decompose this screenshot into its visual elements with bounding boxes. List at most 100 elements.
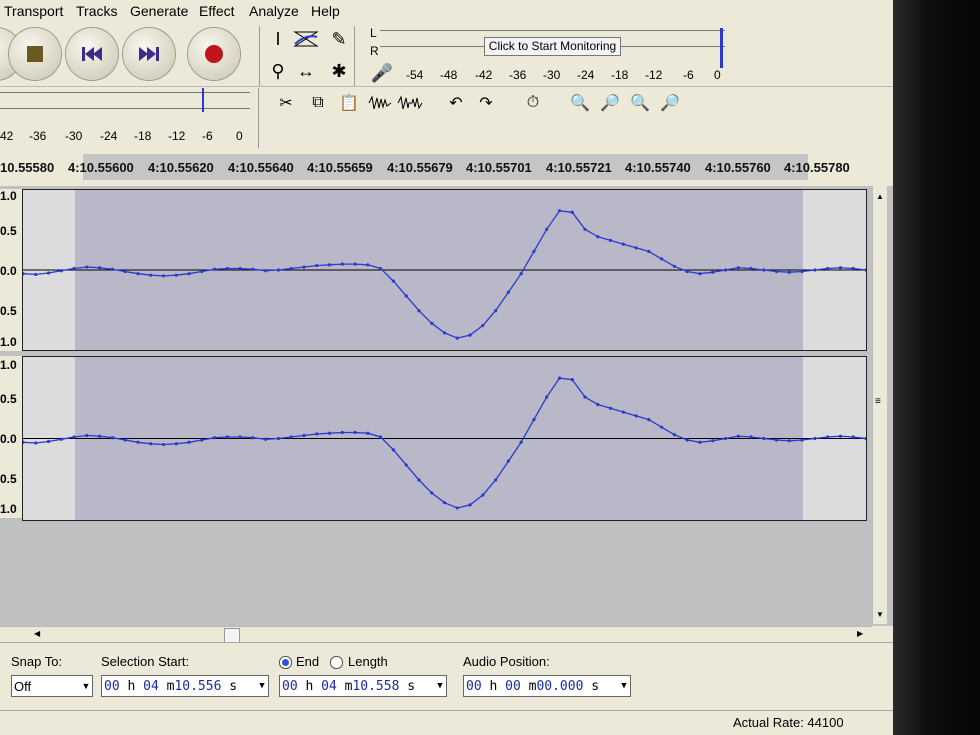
sample-point [481, 323, 485, 328]
zoom-out-icon[interactable]: 🔎 [596, 90, 624, 116]
sample-point [72, 266, 76, 271]
unit: h [489, 679, 498, 694]
scroll-right-icon[interactable]: ▶ [857, 629, 863, 638]
scroll-thumb[interactable] [224, 628, 240, 643]
sample-point [174, 273, 178, 277]
menu-effect[interactable]: Effect [199, 3, 235, 19]
sample-point [123, 269, 127, 274]
time-tick: 4:10.55760 [705, 160, 771, 175]
skip-to-start-button[interactable] [66, 28, 118, 80]
zoom-in-icon[interactable]: 🔍 [566, 90, 594, 116]
sample-point [391, 279, 396, 283]
amp-label: 1.0 [0, 502, 17, 516]
sample-point [838, 434, 843, 438]
fit-selection-icon[interactable]: 🔍 [626, 90, 654, 116]
menu-generate[interactable]: Generate [130, 3, 188, 19]
scroll-grip-icon[interactable]: ≡ [875, 396, 881, 407]
waveform-channel-left[interactable] [22, 189, 867, 351]
menu-analyze[interactable]: Analyze [249, 3, 299, 19]
sample-point [136, 272, 140, 276]
horizontal-scrollbar[interactable]: ◀ ▶ [0, 626, 872, 643]
sample-point [532, 418, 536, 422]
start-monitoring-button[interactable]: Click to Start Monitoring [484, 37, 621, 56]
selection-start-field[interactable]: 00 h 04 m10.556 s ▼ [101, 675, 269, 697]
end-radio[interactable] [279, 656, 292, 669]
menu-tracks[interactable]: Tracks [76, 3, 117, 19]
length-radio[interactable] [330, 656, 343, 669]
time-tick: 4:10.55600 [68, 160, 134, 175]
meter-tick: -12 [168, 129, 186, 143]
waveform-channel-right[interactable] [22, 356, 867, 521]
scroll-left-icon[interactable]: ◀ [34, 629, 40, 638]
cut-icon[interactable]: ✂ [272, 90, 300, 116]
sample-point [187, 440, 191, 444]
multi-tool-icon[interactable]: ✱ [325, 58, 353, 84]
meter-tick: -36 [29, 129, 47, 143]
stop-button[interactable] [9, 28, 61, 80]
timeshift-tool-icon[interactable]: ↔ [292, 58, 320, 84]
sample-point [826, 266, 830, 271]
timeline-ruler[interactable]: 10.55580 4:10.55600 4:10.55620 4:10.5564… [0, 150, 893, 186]
trim-icon[interactable] [366, 90, 394, 116]
sample-point [315, 432, 319, 436]
sample-point [327, 431, 332, 435]
sample-point [161, 274, 166, 278]
time-tick: 4:10.55780 [784, 160, 850, 175]
hours: 00 [466, 679, 482, 694]
sample-point [762, 436, 766, 441]
sample-point [110, 267, 115, 271]
sample-point [672, 433, 677, 437]
actual-rate: Actual Rate: 44100 [733, 715, 844, 730]
sample-point [302, 265, 306, 269]
seconds: 10.556 [174, 679, 222, 694]
sample-point [774, 269, 779, 274]
redo-icon[interactable]: ↷ [472, 90, 500, 116]
envelope-tool-icon[interactable] [292, 26, 320, 52]
amp-label: 0.5 [0, 392, 17, 406]
selection-end-field[interactable]: 00 h 04 m10.558 s ▼ [279, 675, 447, 697]
draw-tool-icon[interactable]: ✎ [325, 26, 353, 52]
vertical-scrollbar[interactable]: ▲ ≡ ▼ [872, 186, 887, 624]
time-tick: 4:10.55640 [228, 160, 294, 175]
zoom-tool-icon[interactable]: ⚲ [264, 58, 292, 84]
sample-point [59, 269, 63, 273]
record-button[interactable] [188, 28, 240, 80]
paste-icon[interactable]: 📋 [335, 90, 363, 116]
meter-tick: -24 [100, 129, 118, 143]
menu-transport[interactable]: Transport [4, 3, 63, 19]
status-bar: Actual Rate: 44100 [0, 710, 893, 735]
undo-icon[interactable]: ↶ [442, 90, 470, 116]
fit-project-icon[interactable]: 🔎 [656, 90, 684, 116]
minutes: 04 [321, 679, 337, 694]
unit: s [591, 679, 600, 694]
sample-point [647, 249, 651, 254]
sample-point [787, 270, 791, 274]
menu-help[interactable]: Help [311, 3, 340, 19]
sample-point [289, 266, 293, 271]
sample-point [23, 272, 25, 276]
sample-point [851, 435, 855, 439]
audio-position-field[interactable]: 00 h 00 m00.000 s ▼ [463, 675, 631, 697]
minutes: 04 [143, 679, 159, 694]
time-tick: 10.55580 [0, 160, 55, 175]
sample-point [800, 438, 804, 442]
scroll-down-icon[interactable]: ▼ [876, 610, 884, 619]
sample-point [468, 333, 472, 337]
snap-select[interactable]: Off ▼ [11, 675, 93, 697]
sample-point [557, 209, 562, 213]
waveform-right [23, 376, 866, 510]
sample-point [430, 491, 434, 495]
menu-bar: Transport Tracks Generate Effect Analyze… [0, 0, 893, 22]
microphone-icon[interactable]: 🎤 [368, 60, 396, 86]
sample-point [711, 270, 715, 274]
sample-point [110, 436, 115, 440]
sample-point [455, 506, 459, 510]
sample-point [545, 227, 549, 231]
track-panel: 1.0 0.5 0.0 0.5 1.0 1.0 0.5 0.0 0.5 1.0 [0, 186, 893, 626]
scroll-up-icon[interactable]: ▲ [876, 192, 884, 201]
silence-icon[interactable] [396, 90, 424, 116]
skip-to-end-button[interactable] [123, 28, 175, 80]
sync-lock-icon[interactable]: ⏱ [519, 90, 547, 116]
selection-tool-icon[interactable]: I [264, 26, 292, 52]
copy-icon[interactable]: ⧉ [304, 90, 332, 116]
